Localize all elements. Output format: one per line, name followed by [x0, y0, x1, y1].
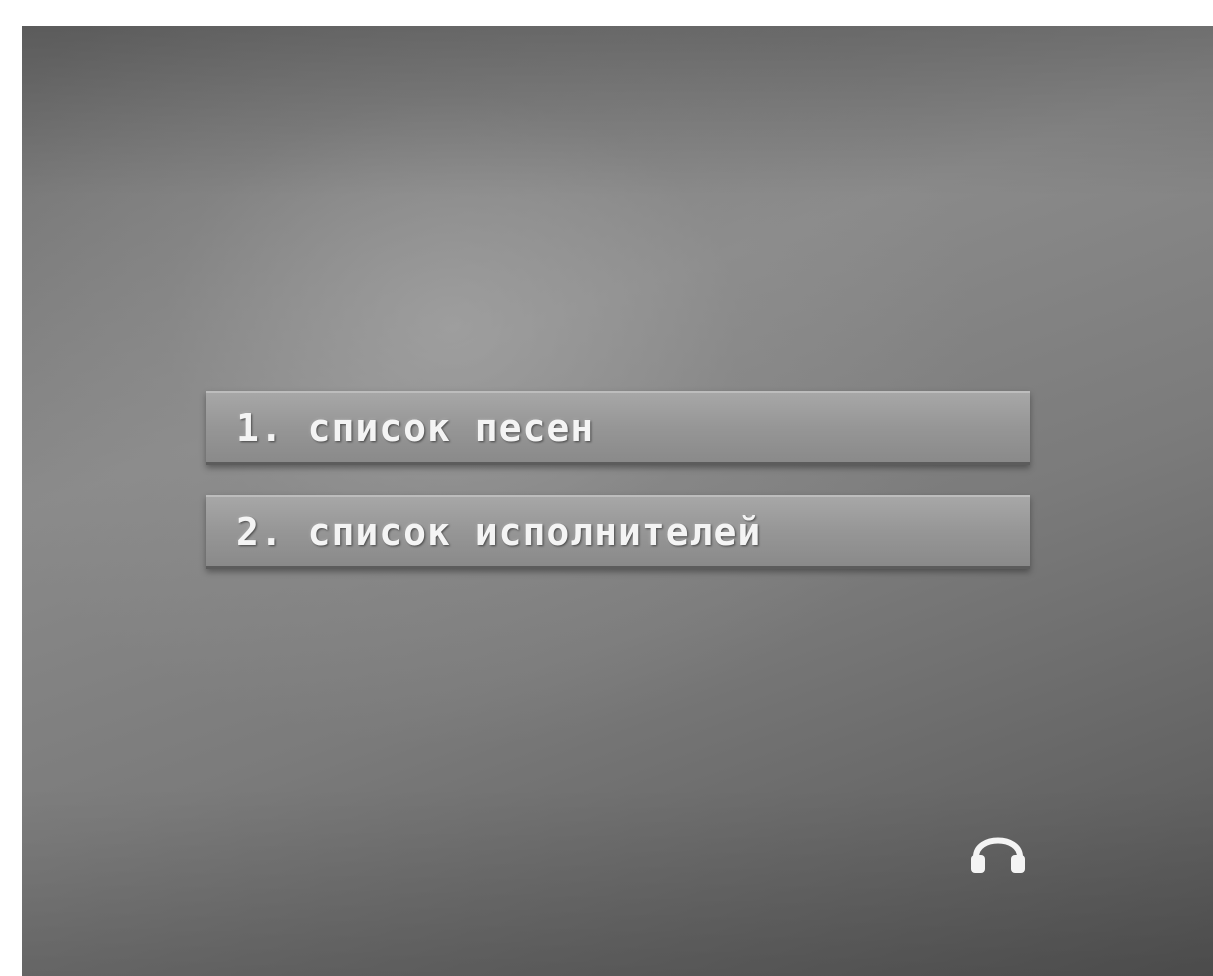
headphones-icon [966, 821, 1030, 885]
karaoke-menu-screen: 1. список песен 2. список исполнителей [22, 26, 1213, 976]
menu-item-label: 2. список исполнителей [236, 509, 762, 554]
main-menu: 1. список песен 2. список исполнителей [206, 391, 1030, 599]
menu-item-artist-list[interactable]: 2. список исполнителей [206, 495, 1030, 569]
menu-item-song-list[interactable]: 1. список песен [206, 391, 1030, 465]
menu-item-label: 1. список песен [236, 405, 595, 450]
